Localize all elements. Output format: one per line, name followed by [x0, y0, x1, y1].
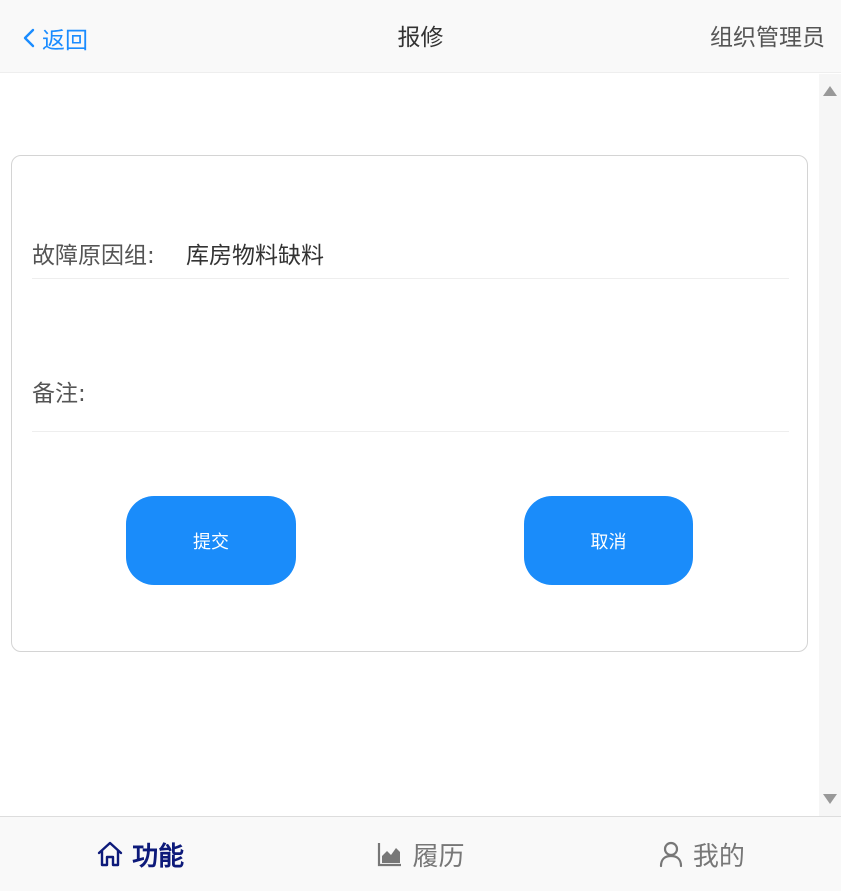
submit-button[interactable]: 提交 — [126, 496, 296, 585]
nav-label-history: 履历 — [412, 841, 465, 872]
nav-label-mine: 我的 — [692, 841, 745, 872]
scroll-up-arrow-icon[interactable] — [823, 86, 837, 96]
top-bar: 返回 报修 组织管理员 — [0, 0, 841, 73]
fault-reason-label: 故障原因组: — [32, 243, 155, 269]
user-role-label: 组织管理员 — [710, 25, 825, 51]
bottom-nav: 功能 履历 我的 — [0, 816, 841, 891]
note-label: 备注: — [32, 381, 86, 407]
vertical-scrollbar[interactable] — [819, 74, 841, 816]
nav-label-functions: 功能 — [132, 841, 185, 872]
home-icon — [97, 841, 123, 867]
app-root: 返回 报修 组织管理员 故障原因组: 库房物料缺料 备注: 提交 取消 功能 履… — [0, 0, 841, 891]
note-row[interactable]: 备注: — [32, 366, 789, 432]
nav-item-history[interactable]: 履历 — [280, 817, 560, 891]
user-icon — [659, 841, 682, 868]
nav-item-mine[interactable]: 我的 — [561, 817, 841, 891]
fault-reason-row[interactable]: 故障原因组: 库房物料缺料 — [32, 228, 789, 279]
repair-form-card: 故障原因组: 库房物料缺料 备注: 提交 取消 — [11, 155, 808, 652]
area-chart-icon — [378, 843, 402, 867]
cancel-button[interactable]: 取消 — [524, 496, 693, 585]
scroll-down-arrow-icon[interactable] — [823, 794, 837, 804]
fault-reason-value[interactable]: 库房物料缺料 — [186, 236, 324, 270]
nav-item-functions[interactable]: 功能 — [0, 817, 280, 891]
